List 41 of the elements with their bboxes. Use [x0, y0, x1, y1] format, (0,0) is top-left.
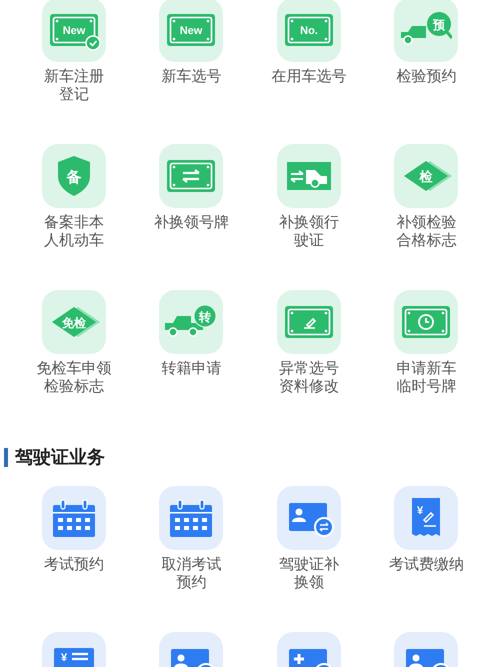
service-tile[interactable]: 免检 — [42, 290, 106, 354]
service-tile[interactable]: New — [159, 0, 224, 62]
service-tile[interactable] — [276, 486, 341, 550]
service-label: 在用车选号 — [271, 68, 346, 86]
service-label: 新车注册 登记 — [44, 68, 104, 104]
service-tile[interactable] — [394, 290, 458, 354]
id-card-icon — [404, 646, 448, 667]
id-card-icon — [286, 646, 331, 667]
service-tile[interactable] — [42, 486, 106, 550]
service-label: 检验预约 — [396, 68, 456, 86]
service-label: 备案非本 人机动车 — [44, 214, 104, 250]
service-label: 补领检验 合格标志 — [396, 214, 456, 250]
service-label: 免检车申领 检验标志 — [36, 360, 112, 396]
service-tile[interactable] — [394, 632, 458, 667]
service-label: 取消考试 预约 — [161, 556, 222, 592]
service-tile[interactable] — [159, 486, 224, 550]
service-tile[interactable] — [159, 144, 224, 208]
service-tile[interactable]: New — [42, 0, 106, 62]
service-label: 考试费缴纳 — [388, 556, 464, 574]
service-label: 新车选号 — [161, 68, 222, 86]
service-tile[interactable] — [276, 290, 341, 354]
service-label: 异常选号 资料修改 — [278, 360, 339, 396]
service-label: 申请新车 临时号牌 — [396, 360, 456, 396]
service-tile[interactable]: ¥ — [42, 632, 106, 667]
service-tile[interactable]: 预 — [394, 0, 458, 62]
section-title: 驾驶证业务 — [15, 446, 105, 468]
service-tile[interactable] — [276, 632, 341, 667]
service-tile[interactable] — [159, 632, 224, 667]
service-tile[interactable]: 转 — [159, 290, 224, 354]
service-label: 考试预约 — [44, 556, 104, 574]
service-tile[interactable]: No. — [276, 0, 341, 62]
service-label: 转籍申请 — [161, 360, 222, 378]
receipt-icon: ¥ — [52, 646, 96, 667]
service-label: 驾驶证补 换领 — [278, 556, 339, 592]
service-tile[interactable]: 备 — [42, 144, 106, 208]
service-tile[interactable]: ¥ — [394, 486, 458, 550]
service-tile[interactable]: 检 — [394, 144, 458, 208]
id-card-icon — [169, 646, 214, 667]
service-tile[interactable] — [276, 144, 341, 208]
service-label: 补换领号牌 — [154, 214, 229, 232]
service-label: 补换领行 驶证 — [278, 214, 339, 250]
